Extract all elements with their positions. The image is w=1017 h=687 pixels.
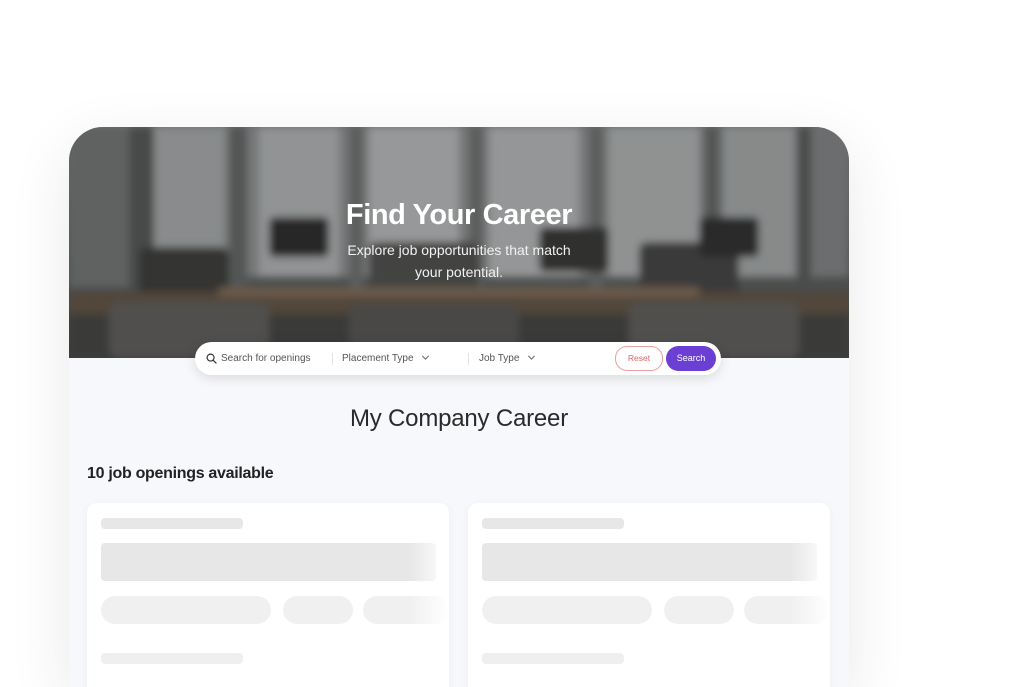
search-button[interactable]: Search [666,346,716,371]
search-icon [206,353,217,364]
job-type-label: Job Type [479,353,520,364]
skeleton-fade [409,503,449,687]
skeleton-pill [283,596,353,624]
job-card-skeleton[interactable] [87,503,449,687]
skeleton-pill [664,596,734,624]
skeleton-line [482,518,624,529]
search-divider [468,353,469,365]
hero-subtitle: Explore job opportunities that match you… [347,242,571,280]
job-card-skeleton[interactable] [468,503,830,687]
skeleton-block [101,543,436,581]
skeleton-pill [101,596,271,624]
search-divider [332,353,333,365]
job-openings-count: 10 job openings available [87,465,274,482]
company-career-title: My Company Career [349,405,568,432]
skeleton-line [101,653,243,664]
reset-button[interactable]: Reset [615,346,663,371]
skeleton-block [482,543,817,581]
skeleton-line [482,653,624,664]
search-input[interactable] [221,350,327,367]
chevron-down-icon [528,355,536,360]
job-type-dropdown[interactable]: Job Type [479,350,536,367]
chevron-down-icon [422,355,430,360]
placement-type-label: Placement Type [342,353,414,364]
career-page-card: Find Your Career Explore job opportuniti… [69,127,849,687]
search-bar: Placement Type Job Type Reset Search [195,342,721,375]
hero-title: Find Your Career [345,199,573,231]
skeleton-fade [790,503,830,687]
skeleton-line [101,518,243,529]
hero-banner: Find Your Career Explore job opportuniti… [69,127,849,358]
skeleton-pill [482,596,652,624]
placement-type-dropdown[interactable]: Placement Type [342,350,430,367]
